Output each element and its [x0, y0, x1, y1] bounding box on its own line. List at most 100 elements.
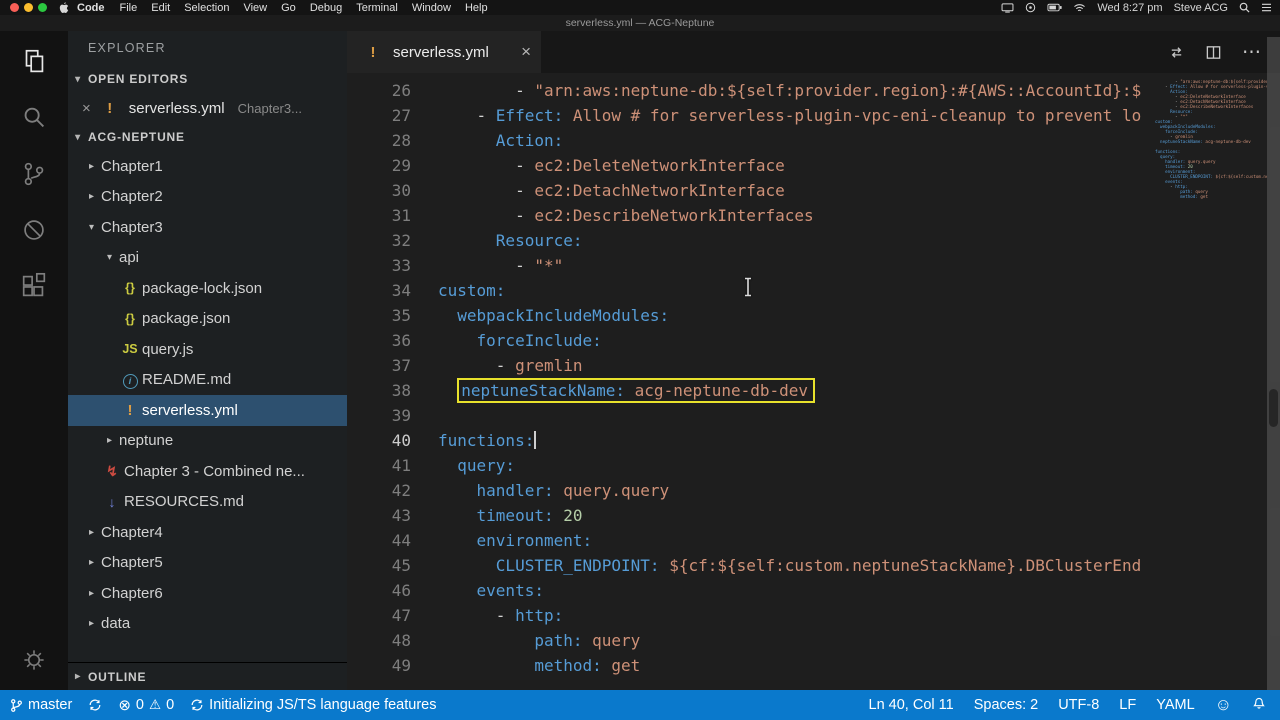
- line-number[interactable]: 48: [347, 628, 411, 653]
- line-number[interactable]: 30: [347, 178, 411, 203]
- tree-item-chapter6[interactable]: ▸Chapter6: [68, 578, 347, 609]
- menu-selection[interactable]: Selection: [184, 2, 229, 14]
- line-number[interactable]: 26: [347, 78, 411, 103]
- close-window-button[interactable]: [10, 3, 19, 12]
- debug-icon[interactable]: [19, 215, 49, 245]
- tab-serverless-yml[interactable]: ! serverless.yml ×: [347, 31, 541, 73]
- tree-item-package-lock-json[interactable]: {}package-lock.json: [68, 273, 347, 304]
- line-number[interactable]: 39: [347, 403, 411, 428]
- airplay-icon[interactable]: [1001, 3, 1014, 13]
- tree-item-chapter-3-combined-ne[interactable]: ↯Chapter 3 - Combined ne...: [68, 456, 347, 487]
- status-message[interactable]: Initializing JS/TS language features: [190, 697, 436, 713]
- line-number[interactable]: 43: [347, 503, 411, 528]
- battery-icon[interactable]: [1047, 3, 1062, 12]
- line-number[interactable]: 37: [347, 353, 411, 378]
- extensions-icon[interactable]: [19, 271, 49, 301]
- line-number[interactable]: 44: [347, 528, 411, 553]
- line-number[interactable]: 42: [347, 478, 411, 503]
- open-editor-detail: Chapter3...: [238, 101, 302, 116]
- cursor-position[interactable]: Ln 40, Col 11: [869, 697, 954, 713]
- code-area[interactable]: - "arn:aws:neptune-db:${self:provider.re…: [411, 78, 1280, 690]
- menu-app-name[interactable]: Code: [77, 2, 105, 14]
- line-number[interactable]: 32: [347, 228, 411, 253]
- menubar-clock[interactable]: Wed 8:27 pm: [1097, 2, 1162, 14]
- volume-icon[interactable]: [1025, 2, 1036, 13]
- line-number[interactable]: 33: [347, 253, 411, 278]
- tree-item-neptune[interactable]: ▸neptune: [68, 426, 347, 457]
- split-editor-icon[interactable]: [1205, 44, 1222, 61]
- line-number[interactable]: 27: [347, 103, 411, 128]
- open-editor-serverless-yml[interactable]: × ! serverless.yml Chapter3...: [68, 93, 347, 123]
- tree-item-resources-md[interactable]: ↓RESOURCES.md: [68, 487, 347, 518]
- indentation-setting[interactable]: Spaces: 2: [974, 697, 1039, 713]
- chevron-right-icon: ▸: [82, 618, 101, 629]
- spotlight-icon[interactable]: [1239, 2, 1250, 13]
- apple-menu-icon[interactable]: [59, 2, 69, 14]
- tree-item-chapter5[interactable]: ▸Chapter5: [68, 548, 347, 579]
- settings-gear-icon[interactable]: [20, 646, 48, 674]
- problems-indicator[interactable]: ⊗ 0 ⚠ 0: [118, 696, 174, 714]
- menu-file[interactable]: File: [120, 2, 138, 14]
- line-number[interactable]: 40: [347, 428, 411, 453]
- tree-item-chapter2[interactable]: ▸Chapter2: [68, 182, 347, 213]
- tree-item-readme-md[interactable]: iREADME.md: [68, 365, 347, 396]
- source-control-icon[interactable]: [19, 159, 49, 189]
- encoding-setting[interactable]: UTF-8: [1058, 697, 1099, 713]
- menu-edit[interactable]: Edit: [151, 2, 170, 14]
- explorer-icon[interactable]: [19, 47, 49, 77]
- eol-setting[interactable]: LF: [1119, 697, 1136, 713]
- feedback-smiley-icon[interactable]: ☺: [1215, 695, 1232, 715]
- line-number[interactable]: 47: [347, 603, 411, 628]
- tree-item-chapter1[interactable]: ▸Chapter1: [68, 151, 347, 182]
- menu-window[interactable]: Window: [412, 2, 451, 14]
- line-number[interactable]: 36: [347, 328, 411, 353]
- warning-count: 0: [166, 697, 174, 713]
- search-icon[interactable]: [19, 103, 49, 133]
- js-file-icon: JS: [118, 342, 142, 356]
- notification-center-icon[interactable]: [1261, 3, 1272, 12]
- outline-section-header[interactable]: ▸ OUTLINE: [68, 662, 347, 690]
- line-number[interactable]: 34: [347, 278, 411, 303]
- maximize-window-button[interactable]: [38, 3, 47, 12]
- menu-help[interactable]: Help: [465, 2, 488, 14]
- line-number[interactable]: 35: [347, 303, 411, 328]
- more-actions-icon[interactable]: ⋯: [1242, 43, 1262, 62]
- line-number[interactable]: 46: [347, 578, 411, 603]
- menu-terminal[interactable]: Terminal: [356, 2, 398, 14]
- tree-item-query-js[interactable]: JSquery.js: [68, 334, 347, 365]
- tree-item-package-json[interactable]: {}package.json: [68, 304, 347, 335]
- line-number[interactable]: 41: [347, 453, 411, 478]
- tab-close-icon[interactable]: ×: [521, 42, 531, 62]
- annotation-highlight-box: neptuneStackName: acg-neptune-db-dev: [457, 378, 815, 403]
- menu-go[interactable]: Go: [281, 2, 296, 14]
- line-number[interactable]: 29: [347, 153, 411, 178]
- line-number[interactable]: 28: [347, 128, 411, 153]
- minimap[interactable]: - "arn:aws:neptune-db:${self:provider.re…: [1151, 73, 1267, 690]
- line-number[interactable]: 31: [347, 203, 411, 228]
- line-number[interactable]: 49: [347, 653, 411, 678]
- tree-item-serverless-yml[interactable]: !serverless.yml: [68, 395, 347, 426]
- line-number[interactable]: 38: [347, 378, 411, 403]
- file-tree: ▸Chapter1▸Chapter2▾Chapter3▾api{}package…: [68, 151, 347, 662]
- tree-item-api[interactable]: ▾api: [68, 243, 347, 274]
- close-editor-icon[interactable]: ×: [82, 100, 91, 117]
- menubar-user[interactable]: Steve ACG: [1174, 2, 1228, 14]
- tree-item-chapter3[interactable]: ▾Chapter3: [68, 212, 347, 243]
- compare-changes-icon[interactable]: [1168, 44, 1185, 61]
- folder-section-header[interactable]: ▾ ACG-NEPTUNE: [68, 123, 347, 151]
- notifications-bell-icon[interactable]: [1252, 696, 1266, 715]
- sync-button[interactable]: [88, 698, 102, 712]
- tree-item-data[interactable]: ▸data: [68, 609, 347, 640]
- language-mode[interactable]: YAML: [1156, 697, 1194, 713]
- open-editors-header[interactable]: ▾ OPEN EDITORS: [68, 65, 347, 93]
- branch-indicator[interactable]: master: [10, 697, 72, 713]
- minimize-window-button[interactable]: [24, 3, 33, 12]
- tree-item-chapter4[interactable]: ▸Chapter4: [68, 517, 347, 548]
- menu-view[interactable]: View: [243, 2, 267, 14]
- menu-debug[interactable]: Debug: [310, 2, 342, 14]
- scrollbar-thumb[interactable]: [1269, 389, 1278, 427]
- status-bar: master ⊗ 0 ⚠ 0 Initializing JS/TS langua…: [0, 690, 1280, 720]
- line-number[interactable]: 45: [347, 553, 411, 578]
- wifi-icon[interactable]: [1073, 3, 1086, 13]
- editor-actions: ⋯: [1168, 31, 1280, 73]
